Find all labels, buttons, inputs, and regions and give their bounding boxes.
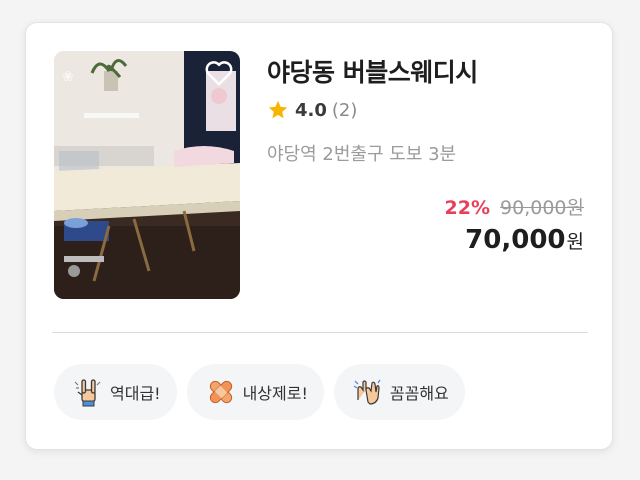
heart-outline-icon[interactable]	[204, 59, 234, 87]
bandage-icon	[209, 380, 232, 404]
price-currency: 원	[566, 231, 584, 253]
tag-label: 내상제로!	[242, 384, 308, 403]
final-price: 70,000 원	[465, 225, 584, 255]
listing-title[interactable]: 야당동 버블스웨디시	[267, 53, 478, 89]
clapping-hands-icon	[353, 379, 381, 405]
review-count: (2)	[331, 99, 358, 121]
tag-list: 역대급! 내상제로! 꼼꼼해요	[54, 364, 465, 420]
location-text: 야당역 2번출구 도보 3분	[267, 144, 457, 165]
tag-item[interactable]: 역대급!	[54, 364, 177, 420]
star-icon	[268, 100, 288, 119]
listing-card[interactable]: ❀ 야당동 버블스웨디시 4.0 (2) 야당역 2번출구 도보 3분 22% …	[25, 22, 613, 450]
tag-item[interactable]: 꼼꼼해요	[333, 364, 465, 420]
price-value: 70,000	[465, 225, 566, 255]
rating: 4.0 (2)	[267, 99, 357, 121]
massage-room-photo: ❀	[54, 51, 240, 299]
listing-thumbnail[interactable]: ❀	[54, 51, 240, 299]
tag-label: 꼼꼼해요	[389, 384, 449, 403]
svg-text:❀: ❀	[62, 69, 74, 85]
rating-value: 4.0	[295, 99, 327, 121]
original-price: 90,000원	[500, 197, 584, 219]
discount-rate: 22%	[444, 197, 491, 219]
tag-item[interactable]: 내상제로!	[186, 364, 324, 420]
divider	[52, 332, 588, 333]
rock-hand-icon	[74, 379, 101, 407]
price-discount-row: 22% 90,000원	[445, 193, 584, 220]
tag-label: 역대급!	[110, 384, 161, 403]
